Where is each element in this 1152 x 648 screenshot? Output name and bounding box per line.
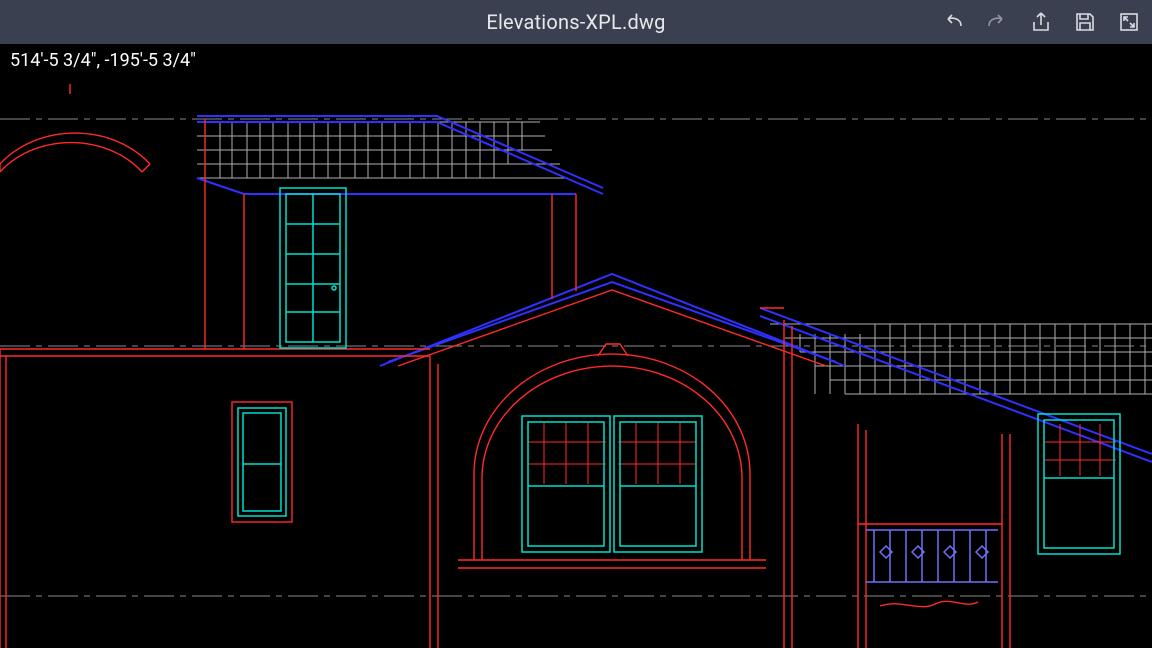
share-button[interactable] <box>1028 9 1054 35</box>
save-button[interactable] <box>1072 9 1098 35</box>
cad-drawing <box>0 44 1152 648</box>
close-icon <box>17 13 35 31</box>
redo-icon <box>985 12 1009 32</box>
close-button[interactable] <box>12 0 40 44</box>
share-icon <box>1030 11 1052 33</box>
undo-button[interactable] <box>940 9 966 35</box>
undo-icon <box>941 12 965 32</box>
redo-button[interactable] <box>984 9 1010 35</box>
expand-icon <box>1118 11 1140 33</box>
titlebar-actions <box>940 0 1142 44</box>
save-icon <box>1074 11 1096 33</box>
drawing-canvas[interactable] <box>0 44 1152 648</box>
fullscreen-button[interactable] <box>1116 9 1142 35</box>
titlebar: Elevations-XPL.dwg <box>0 0 1152 44</box>
